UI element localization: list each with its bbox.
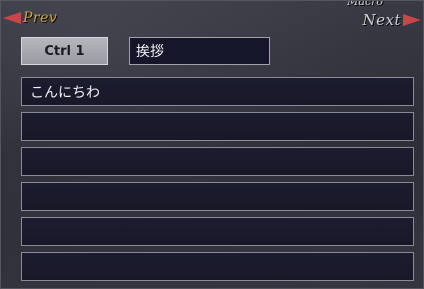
macro-line-1[interactable]: こんにちわ bbox=[21, 77, 414, 106]
prev-button[interactable]: Prev bbox=[3, 9, 57, 27]
macro-title: Macro bbox=[347, 0, 383, 8]
prev-label: Prev bbox=[23, 10, 58, 26]
next-button[interactable]: Next bbox=[362, 11, 421, 29]
key-binding-button[interactable]: Ctrl 1 bbox=[21, 37, 108, 65]
macro-line-4[interactable] bbox=[21, 182, 414, 211]
next-label: Next bbox=[362, 11, 401, 29]
macro-line-6[interactable] bbox=[21, 252, 414, 281]
arrow-left-icon bbox=[3, 12, 21, 24]
macro-line-5[interactable] bbox=[21, 217, 414, 246]
macro-name-field[interactable]: 挨拶 bbox=[129, 37, 270, 65]
macro-line-2[interactable] bbox=[21, 112, 414, 141]
macro-line-3[interactable] bbox=[21, 147, 414, 176]
macro-editor-panel: Macro Prev Next Ctrl 1 挨拶 こんにちわ bbox=[0, 0, 424, 289]
macro-lines: こんにちわ bbox=[21, 77, 414, 287]
arrow-right-icon bbox=[403, 14, 421, 26]
